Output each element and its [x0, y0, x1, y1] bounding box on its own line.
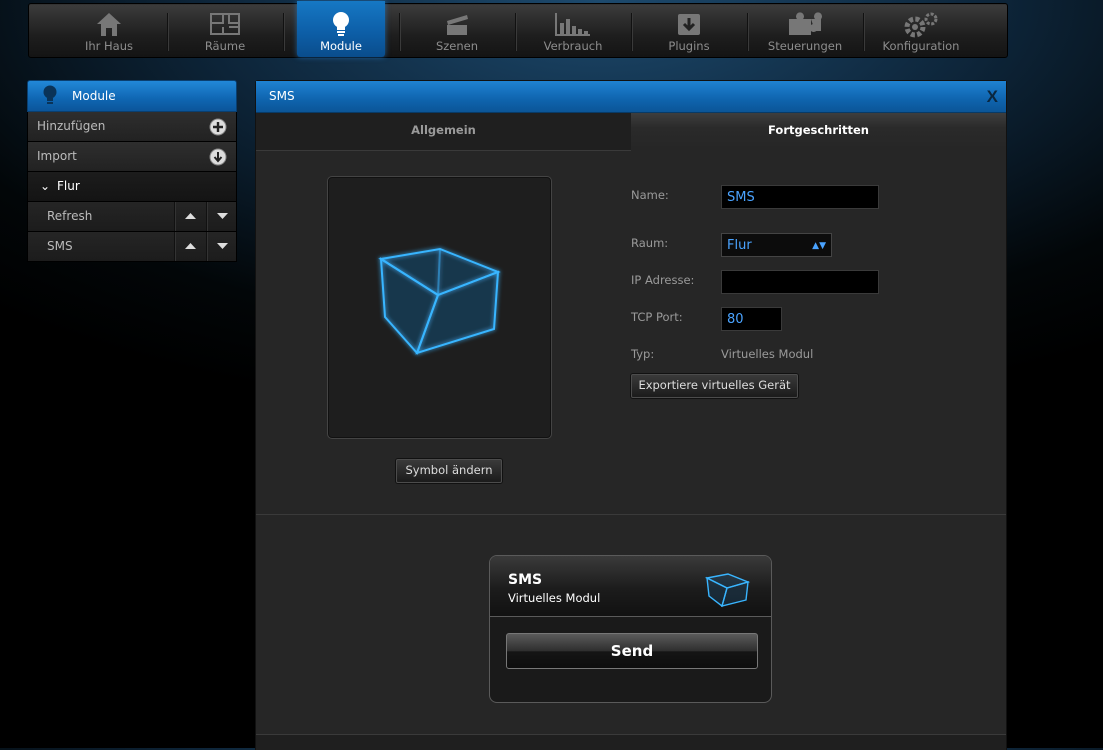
- sidebar-add-label: Hinzufügen: [37, 119, 106, 133]
- module-dialog: SMS X Allgemein Fortgeschritten Symbol ä…: [255, 80, 1007, 750]
- move-up-button[interactable]: [174, 202, 206, 231]
- export-virtual-device-button[interactable]: Exportiere virtuelles Gerät: [631, 374, 798, 398]
- close-button[interactable]: X: [987, 87, 998, 107]
- nav-label: Plugins: [668, 39, 710, 53]
- nav-separator: [283, 13, 284, 51]
- widget-subtitle: Virtuelles Modul: [508, 591, 601, 605]
- lightbulb-icon: [42, 85, 58, 110]
- nav-verbrauch[interactable]: Verbrauch: [515, 4, 631, 57]
- download-box-icon: [675, 11, 703, 40]
- type-label: Typ:: [631, 347, 655, 361]
- main-navigation: Ihr Haus Räume Module Szenen Verbrauch P…: [28, 1, 1008, 58]
- move-down-button[interactable]: [206, 232, 238, 261]
- move-up-button[interactable]: [174, 232, 206, 261]
- floorplan-icon: [209, 11, 241, 40]
- nav-label: Konfiguration: [882, 39, 960, 53]
- nav-module[interactable]: Module: [297, 1, 385, 57]
- sidebar-item-label: SMS: [47, 239, 73, 253]
- change-symbol-button[interactable]: Symbol ändern: [396, 459, 502, 483]
- widget-preview: SMS Virtuelles Modul Send: [489, 555, 772, 703]
- arrow-up-icon: [185, 243, 196, 249]
- dialog-tabs: Allgemein Fortgeschritten: [256, 113, 1006, 151]
- cube-icon: [704, 573, 751, 608]
- nav-label: Ihr Haus: [84, 39, 134, 53]
- ip-label: IP Adresse:: [631, 273, 695, 287]
- nav-szenen[interactable]: Szenen: [399, 4, 515, 57]
- select-arrows-icon: ▲▼: [812, 241, 826, 251]
- dialog-header: SMS X: [256, 81, 1006, 113]
- tab-allgemein[interactable]: Allgemein: [256, 113, 631, 151]
- nav-label: Szenen: [435, 39, 479, 53]
- sidebar-group-flur[interactable]: ⌄ Flur: [27, 172, 237, 202]
- dialog-title: SMS: [269, 89, 295, 103]
- sidebar-title: Module: [72, 89, 116, 103]
- port-input[interactable]: 80: [721, 307, 782, 331]
- room-select[interactable]: Flur ▲▼: [721, 233, 832, 257]
- nav-label: Steuerungen: [767, 39, 843, 53]
- plus-circle-icon[interactable]: [209, 118, 227, 139]
- sidebar-header: Module: [27, 80, 237, 112]
- sidebar-item-label: Refresh: [47, 209, 93, 223]
- nav-steuerungen[interactable]: Steuerungen: [747, 4, 863, 57]
- sidebar-add[interactable]: Hinzufügen: [27, 112, 237, 142]
- nav-label: Module: [320, 39, 362, 53]
- sidebar-import-label: Import: [37, 149, 77, 163]
- nav-label: Verbrauch: [543, 39, 603, 53]
- sidebar-group-label: Flur: [57, 179, 80, 193]
- arrow-up-icon: [185, 213, 196, 219]
- sidebar-item-sms[interactable]: SMS: [27, 232, 237, 262]
- divider: [256, 514, 1006, 515]
- module-sidebar: Module Hinzufügen Import ⌄ Flur Refresh …: [27, 80, 237, 262]
- port-label: TCP Port:: [631, 310, 683, 324]
- puzzle-icon: [785, 11, 825, 40]
- widget-title: SMS: [508, 572, 543, 588]
- download-circle-icon[interactable]: [209, 148, 227, 169]
- clapperboard-icon: [443, 11, 471, 40]
- move-down-button[interactable]: [206, 202, 238, 231]
- room-select-value: Flur: [727, 238, 752, 253]
- chevron-down-icon: ⌄: [40, 179, 51, 193]
- arrow-down-icon: [217, 213, 228, 219]
- ip-input[interactable]: [721, 270, 879, 294]
- gears-icon: [899, 11, 943, 42]
- house-icon: [95, 11, 123, 40]
- name-label: Name:: [631, 188, 669, 202]
- lightbulb-icon: [330, 11, 352, 40]
- send-button[interactable]: Send: [506, 633, 758, 669]
- cube-icon: [378, 247, 501, 355]
- nav-konfiguration[interactable]: Konfiguration: [863, 4, 979, 57]
- type-value: Virtuelles Modul: [721, 347, 814, 361]
- name-input[interactable]: SMS: [721, 185, 879, 209]
- bar-chart-icon: [554, 11, 592, 40]
- module-icon-frame: [327, 176, 552, 439]
- sidebar-import[interactable]: Import: [27, 142, 237, 172]
- nav-plugins[interactable]: Plugins: [631, 4, 747, 57]
- room-label: Raum:: [631, 236, 669, 250]
- arrow-down-icon: [217, 243, 228, 249]
- nav-raeume[interactable]: Räume: [167, 4, 283, 57]
- tab-fortgeschritten[interactable]: Fortgeschritten: [631, 113, 1006, 150]
- nav-ihr-haus[interactable]: Ihr Haus: [51, 4, 167, 57]
- widget-header: SMS Virtuelles Modul: [490, 556, 771, 617]
- nav-label: Räume: [204, 39, 246, 53]
- sidebar-item-refresh[interactable]: Refresh: [27, 202, 237, 232]
